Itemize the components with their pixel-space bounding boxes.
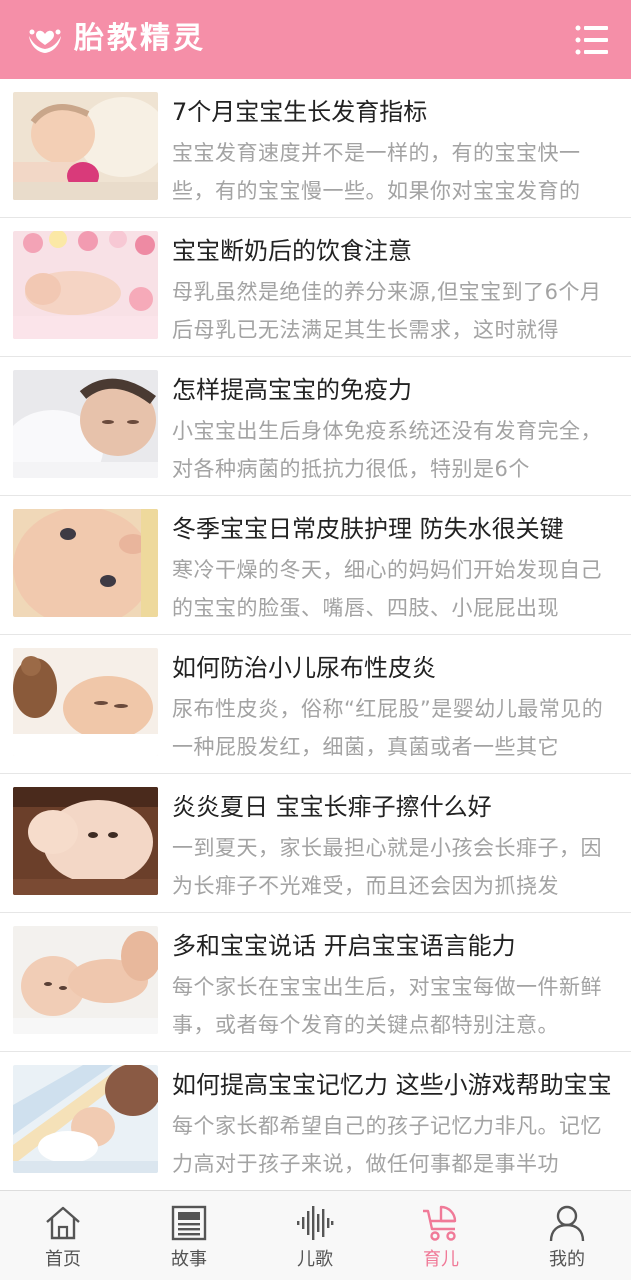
article-list: 7个月宝宝生长发育指标 宝宝发育速度并不是一样的，有的宝宝快一些，有的宝宝慢一些… xyxy=(0,79,631,1191)
article-thumbnail xyxy=(13,1065,158,1173)
article-item[interactable]: 宝宝断奶后的饮食注意 母乳虽然是绝佳的养分来源,但宝宝到了6个月后母乳已无法满足… xyxy=(0,218,631,357)
article-summary: 寒冷干燥的冬天，细心的妈妈们开始发现自己的宝宝的脸蛋、嘴唇、四肢、小屁屁出现 xyxy=(172,558,602,620)
baby-stroller-icon xyxy=(423,1205,457,1241)
article-item[interactable]: 怎样提高宝宝的免疫力 小宝宝出生后身体免疫系统还没有发育完全，对各种病菌的抵抗力… xyxy=(0,357,631,496)
article-item[interactable]: 如何防治小儿尿布性皮炎 尿布性皮炎，俗称“红屁股”是婴幼儿最常见的一种屁股发红，… xyxy=(0,635,631,774)
article-title: 宝宝断奶后的饮食注意 xyxy=(172,237,412,265)
article-thumbnail xyxy=(13,92,158,200)
home-icon xyxy=(46,1206,80,1240)
article-summary: 宝宝发育速度并不是一样的，有的宝宝快一些，有的宝宝慢一些。如果你对宝宝发育的 xyxy=(172,141,581,203)
article-title: 冬季宝宝日常皮肤护理 防失水很关键 xyxy=(172,515,564,543)
article-item[interactable]: 如何提高宝宝记忆力 这些小游戏帮助宝宝 每个家长都希望自己的孩子记忆力非凡。记忆… xyxy=(0,1052,631,1191)
bottom-tab-bar: 首页 故事 儿歌 育儿 我的 xyxy=(0,1190,631,1280)
article-item[interactable]: 冬季宝宝日常皮肤护理 防失水很关键 寒冷干燥的冬天，细心的妈妈们开始发现自己的宝… xyxy=(0,496,631,635)
article-thumbnail xyxy=(13,926,158,1034)
article-item[interactable]: 多和宝宝说话 开启宝宝语言能力 每个家长在宝宝出生后，对宝宝每做一件新鲜事，或者… xyxy=(0,913,631,1052)
tab-home[interactable]: 首页 xyxy=(0,1191,126,1281)
tab-label: 育儿 xyxy=(423,1249,459,1270)
article-summary: 一到夏天，家长最担心就是小孩会长痱子，因为长痱子不光难受，而且还会因为抓挠发 xyxy=(172,836,602,898)
article-summary: 每个家长都希望自己的孩子记忆力非凡。记忆力高对于孩子来说，做任何事都是事半功 xyxy=(172,1114,602,1176)
app-title: 胎教精灵 xyxy=(74,21,206,56)
app-header: 胎教精灵 xyxy=(0,0,631,79)
user-icon xyxy=(549,1205,585,1242)
tab-label: 首页 xyxy=(45,1249,81,1270)
tab-label: 儿歌 xyxy=(297,1249,333,1270)
article-title: 如何提高宝宝记忆力 这些小游戏帮助宝宝 xyxy=(172,1071,612,1099)
hands-heart-logo-icon xyxy=(29,29,61,53)
tab-parenting[interactable]: 育儿 xyxy=(378,1191,504,1281)
article-thumbnail xyxy=(13,787,158,895)
tab-profile[interactable]: 我的 xyxy=(504,1191,630,1281)
article-summary: 每个家长在宝宝出生后，对宝宝每做一件新鲜事，或者每个发育的关键点都特别注意。 xyxy=(172,975,602,1037)
article-title: 炎炎夏日 宝宝长痱子擦什么好 xyxy=(172,793,492,821)
article-title: 如何防治小儿尿布性皮炎 xyxy=(172,654,436,682)
list-menu-icon xyxy=(575,25,608,55)
sound-wave-icon xyxy=(297,1206,334,1240)
tab-label: 故事 xyxy=(171,1249,207,1270)
article-summary: 尿布性皮炎，俗称“红屁股”是婴幼儿最常见的一种屁股发红，细菌，真菌或者一些其它 xyxy=(172,697,604,759)
article-summary: 小宝宝出生后身体免疫系统还没有发育完全，对各种病菌的抵抗力很低，特别是6个 xyxy=(172,419,602,481)
article-title: 7个月宝宝生长发育指标 xyxy=(172,98,428,126)
article-item[interactable]: 炎炎夏日 宝宝长痱子擦什么好 一到夏天，家长最担心就是小孩会长痱子，因为长痱子不… xyxy=(0,774,631,913)
article-item[interactable]: 7个月宝宝生长发育指标 宝宝发育速度并不是一样的，有的宝宝快一些，有的宝宝慢一些… xyxy=(0,79,631,218)
article-summary: 母乳虽然是绝佳的养分来源,但宝宝到了6个月后母乳已无法满足其生长需求，这时就得 xyxy=(172,280,602,342)
article-thumbnail xyxy=(13,370,158,478)
article-thumbnail xyxy=(13,509,158,617)
article-thumbnail xyxy=(13,231,158,339)
tab-label: 我的 xyxy=(549,1249,585,1270)
article-title: 多和宝宝说话 开启宝宝语言能力 xyxy=(172,932,516,960)
article-title: 怎样提高宝宝的免疫力 xyxy=(172,376,412,404)
tab-songs[interactable]: 儿歌 xyxy=(252,1191,378,1281)
tab-story[interactable]: 故事 xyxy=(126,1191,252,1281)
article-thumbnail xyxy=(13,648,158,756)
newspaper-icon xyxy=(171,1205,207,1241)
menu-button[interactable] xyxy=(574,22,610,58)
